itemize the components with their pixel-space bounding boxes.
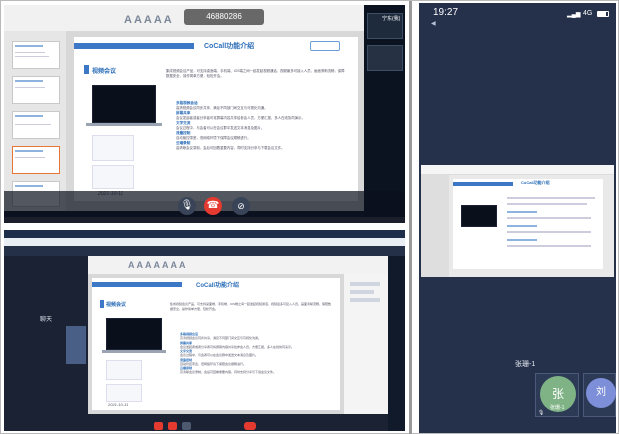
participant-tile[interactable]: 张 张珊-1 🎙 <box>535 373 579 417</box>
browser-address-bar[interactable] <box>4 238 405 246</box>
mute-button[interactable]: 🎙 <box>178 197 196 215</box>
participant-video <box>367 45 403 71</box>
chat-panel: 聊天 <box>4 256 88 431</box>
participant-name: 宁东(我) <box>382 16 401 22</box>
desktop-meeting-window: AAAAA 46880286 CoCall功能介绍 视频会议 集成视频会议产品，… <box>4 5 405 223</box>
shared-slide-page: CoCall功能介绍 <box>453 179 603 269</box>
format-pane <box>344 274 388 414</box>
web-slide-canvas: CoCall功能介绍 视频会议 集成视频会议产品，可支持桌面端、手机端、iOS端… <box>88 274 344 414</box>
web-video-panel <box>388 256 405 431</box>
web-slide-date: 2021-10-11 <box>108 402 129 407</box>
device-image <box>106 384 142 402</box>
hang-up-button[interactable]: ☎ <box>204 197 222 215</box>
web-laptop-image <box>106 318 162 350</box>
shared-laptop-image <box>461 205 497 227</box>
divider <box>409 1 412 434</box>
chat-label: 聊天 <box>40 317 53 323</box>
chat-avatar <box>66 326 86 364</box>
slide-intro: 集成视频会议产品，可支持桌面端、手机端、iOS端之间一起发起视频通话，视频最多可… <box>166 69 345 79</box>
device-image <box>92 165 134 189</box>
signal-icon: ▂▄▆ <box>567 12 581 18</box>
share-button[interactable] <box>182 422 191 430</box>
font-size-icons[interactable]: AAAAA <box>124 14 174 26</box>
slide-thumb-4[interactable] <box>12 146 60 174</box>
slide-thumb-2[interactable] <box>12 76 60 104</box>
camera-button[interactable] <box>168 422 177 430</box>
web-slide-title: CoCall功能介绍 <box>196 283 240 289</box>
tile-name: 张珊-1 <box>550 405 565 411</box>
slide-canvas: CoCall功能介绍 视频会议 集成视频会议产品，可支持桌面端、手机端、iOS端… <box>66 31 364 211</box>
camera-button[interactable]: ⊘ <box>232 197 250 215</box>
status-time: 19:27 <box>433 7 459 18</box>
ppt-ribbon: AAAAA 46880286 <box>4 5 364 31</box>
section-text: 高清晰会议录制，会后可回看重要内容，同时支持分享与下载会议文件。 <box>176 146 285 151</box>
avatar: 刘 <box>586 378 616 408</box>
slide-heading: 视频会议 <box>92 69 117 75</box>
web-slide-intro: 集成视频会议产品，可支持桌面端、手机端、iOS端之间一起发起视频通话，视频最多可… <box>170 302 332 311</box>
meeting-id-badge: 46880286 <box>184 9 264 25</box>
web-header <box>4 246 405 256</box>
taskbar <box>4 217 405 223</box>
participant-label: 张珊-1 <box>515 361 536 368</box>
slide-thumb-3[interactable] <box>12 111 60 139</box>
web-control-bar <box>154 421 264 431</box>
slide-page: CoCall功能介绍 视频会议 集成视频会议产品，可支持桌面端、手机端、iOS端… <box>74 37 358 201</box>
section-text: 高清晰会议录制，会后可回看重要内容，同时支持分享与下载会议文件。 <box>180 370 277 374</box>
device-image <box>92 135 134 161</box>
slide-thumb-1[interactable] <box>12 41 60 69</box>
back-icon[interactable]: ◀ <box>431 20 436 27</box>
battery-icon <box>597 11 609 17</box>
shared-screen-view: CoCall功能介绍 <box>421 165 614 277</box>
device-image <box>106 360 142 380</box>
web-meeting-window: 聊天 AAAAAAA CoCall功能介绍 视频会议 集成视频会议产品，可支持桌… <box>4 230 405 431</box>
web-slide-heading: 视频会议 <box>106 302 127 308</box>
shared-slide-title: CoCall功能介绍 <box>521 180 550 185</box>
phone-icon: ☎ <box>206 200 220 211</box>
participant-tile[interactable]: 刘 <box>583 373 616 417</box>
network-label: 4G <box>583 10 593 17</box>
font-size-icons[interactable]: AAAAAAA <box>128 260 188 270</box>
web-slide-sections: 多路视频会话 高清视频会议同步共享，满足不同部门间交互与可视化沟通。 屏幕共享 … <box>180 332 332 375</box>
web-slide-page: CoCall功能介绍 视频会议 集成视频会议产品，可支持桌面端、手机端、iOS端… <box>92 278 340 410</box>
mute-button[interactable] <box>154 422 163 430</box>
browser-tabbar <box>4 230 405 238</box>
company-logo <box>310 41 340 51</box>
slide-sections: 多路视频会话 高清视频会议同步共享，满足不同部门间交互与可视化沟通。 屏幕共享 … <box>176 101 348 152</box>
slide-title: CoCall功能介绍 <box>204 43 255 50</box>
shared-thumbnails <box>421 175 449 277</box>
laptop-image <box>92 85 156 123</box>
mic-icon: 🎙 <box>180 200 194 211</box>
mic-icon: 🎙 <box>538 410 545 416</box>
camera-off-icon: ⊘ <box>237 201 245 211</box>
phone-screen: 19:27 ▂▄▆ 4G ◀ CoCall功能介绍 张珊-1 张 张珊-1 🎙 … <box>419 3 616 433</box>
hang-up-button[interactable] <box>244 422 256 430</box>
slide-thumbnails <box>4 31 66 211</box>
web-ppt-ribbon: AAAAAAA <box>88 256 388 274</box>
